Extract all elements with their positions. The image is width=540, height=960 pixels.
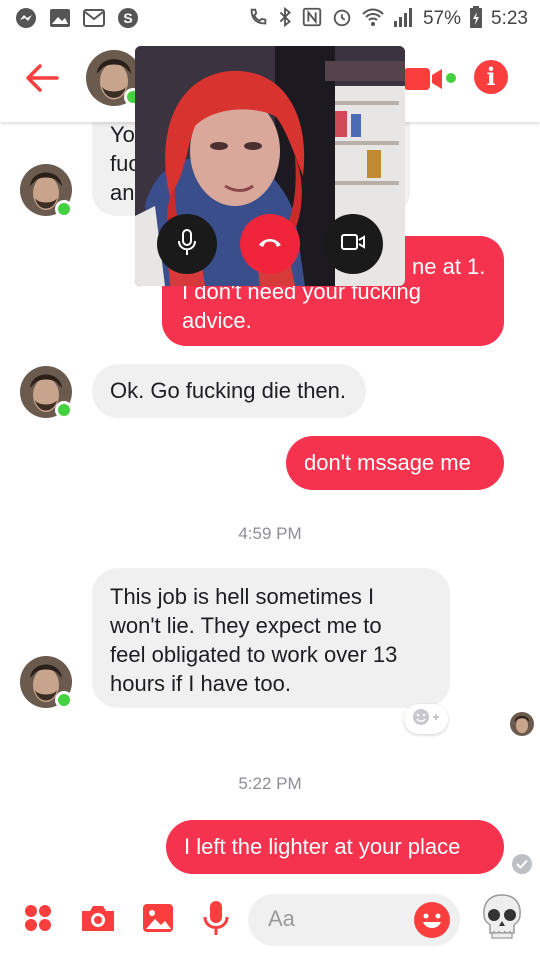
gallery-button[interactable] (138, 900, 178, 940)
video-call-button[interactable] (404, 64, 444, 94)
image-icon (141, 902, 175, 939)
info-icon: i (486, 62, 496, 91)
video-call-preview[interactable] (135, 46, 405, 286)
end-call-icon (256, 234, 284, 255)
online-indicator (55, 691, 73, 709)
notification-icons: S (14, 6, 140, 30)
gmail-icon (82, 6, 106, 30)
message-bubble-outgoing[interactable]: don't mssage me (286, 436, 504, 490)
wifi-call-icon (247, 6, 269, 33)
mute-button[interactable] (157, 214, 217, 274)
svg-text:S: S (123, 10, 132, 26)
apps-grid-icon (23, 903, 53, 938)
microphone-icon (203, 899, 229, 942)
emoji-button[interactable] (414, 902, 450, 938)
message-text: feel obligated to work over 13 (110, 642, 398, 667)
microphone-icon (176, 228, 198, 261)
camera-toggle-button[interactable] (323, 214, 383, 274)
camera-button[interactable] (78, 900, 118, 940)
online-indicator (55, 200, 73, 218)
battery-percent: 57% (422, 8, 462, 29)
voice-button[interactable] (196, 900, 236, 940)
signal-icon (393, 7, 415, 32)
system-status: 57% 5:23 (247, 5, 528, 33)
add-reaction-icon (411, 707, 441, 732)
skull-emoji (480, 893, 524, 944)
wifi-icon (361, 6, 385, 33)
message-bubble-incoming[interactable]: Ok. Go fucking die then. (92, 364, 367, 418)
end-call-button[interactable] (240, 214, 300, 274)
battery-icon (469, 5, 483, 33)
apps-button[interactable] (18, 900, 58, 940)
message-text: Ok. Go fucking die then. (110, 378, 347, 403)
camera-icon (80, 903, 116, 938)
message-composer: Aa (0, 878, 540, 960)
message-text: I left the lighter at your place (184, 834, 461, 859)
read-receipt-avatar (510, 712, 534, 736)
back-button[interactable] (20, 58, 64, 102)
bluetooth-icon (277, 6, 293, 33)
video-call-icon (404, 68, 444, 98)
online-indicator (55, 401, 73, 419)
message-text: hours if I have too. (110, 671, 291, 696)
skype-icon: S (116, 6, 140, 30)
status-bar: S 57% 5:23 (0, 0, 540, 38)
sent-check-icon (512, 854, 532, 874)
active-call-dot (446, 73, 456, 83)
timestamp: 4:59 PM (238, 524, 302, 543)
alarm-icon (331, 6, 353, 33)
message-bubble-incoming[interactable]: This job is hell sometimes I won't lie. … (92, 568, 450, 708)
back-arrow-icon (25, 63, 59, 98)
message-bubble-outgoing[interactable]: I left the lighter at your place (166, 820, 504, 874)
message-text: This job is hell sometimes I (110, 584, 375, 609)
clock: 5:23 (491, 8, 528, 29)
message-text: don't mssage me (304, 450, 471, 475)
add-reaction-button[interactable] (404, 704, 448, 734)
message-input-placeholder: Aa (268, 906, 295, 931)
timestamp: 5:22 PM (238, 774, 302, 793)
messenger-icon (14, 6, 38, 30)
message-text: advice. (182, 308, 252, 333)
info-button[interactable]: i (474, 60, 508, 94)
gallery-icon (48, 6, 72, 30)
camera-toggle-icon (340, 232, 366, 257)
quick-emoji-button[interactable] (478, 893, 526, 944)
message-input[interactable]: Aa (248, 894, 460, 946)
message-text: won't lie. They expect me to (110, 613, 382, 638)
emoji-icon (414, 913, 450, 942)
nfc-icon (301, 6, 323, 33)
